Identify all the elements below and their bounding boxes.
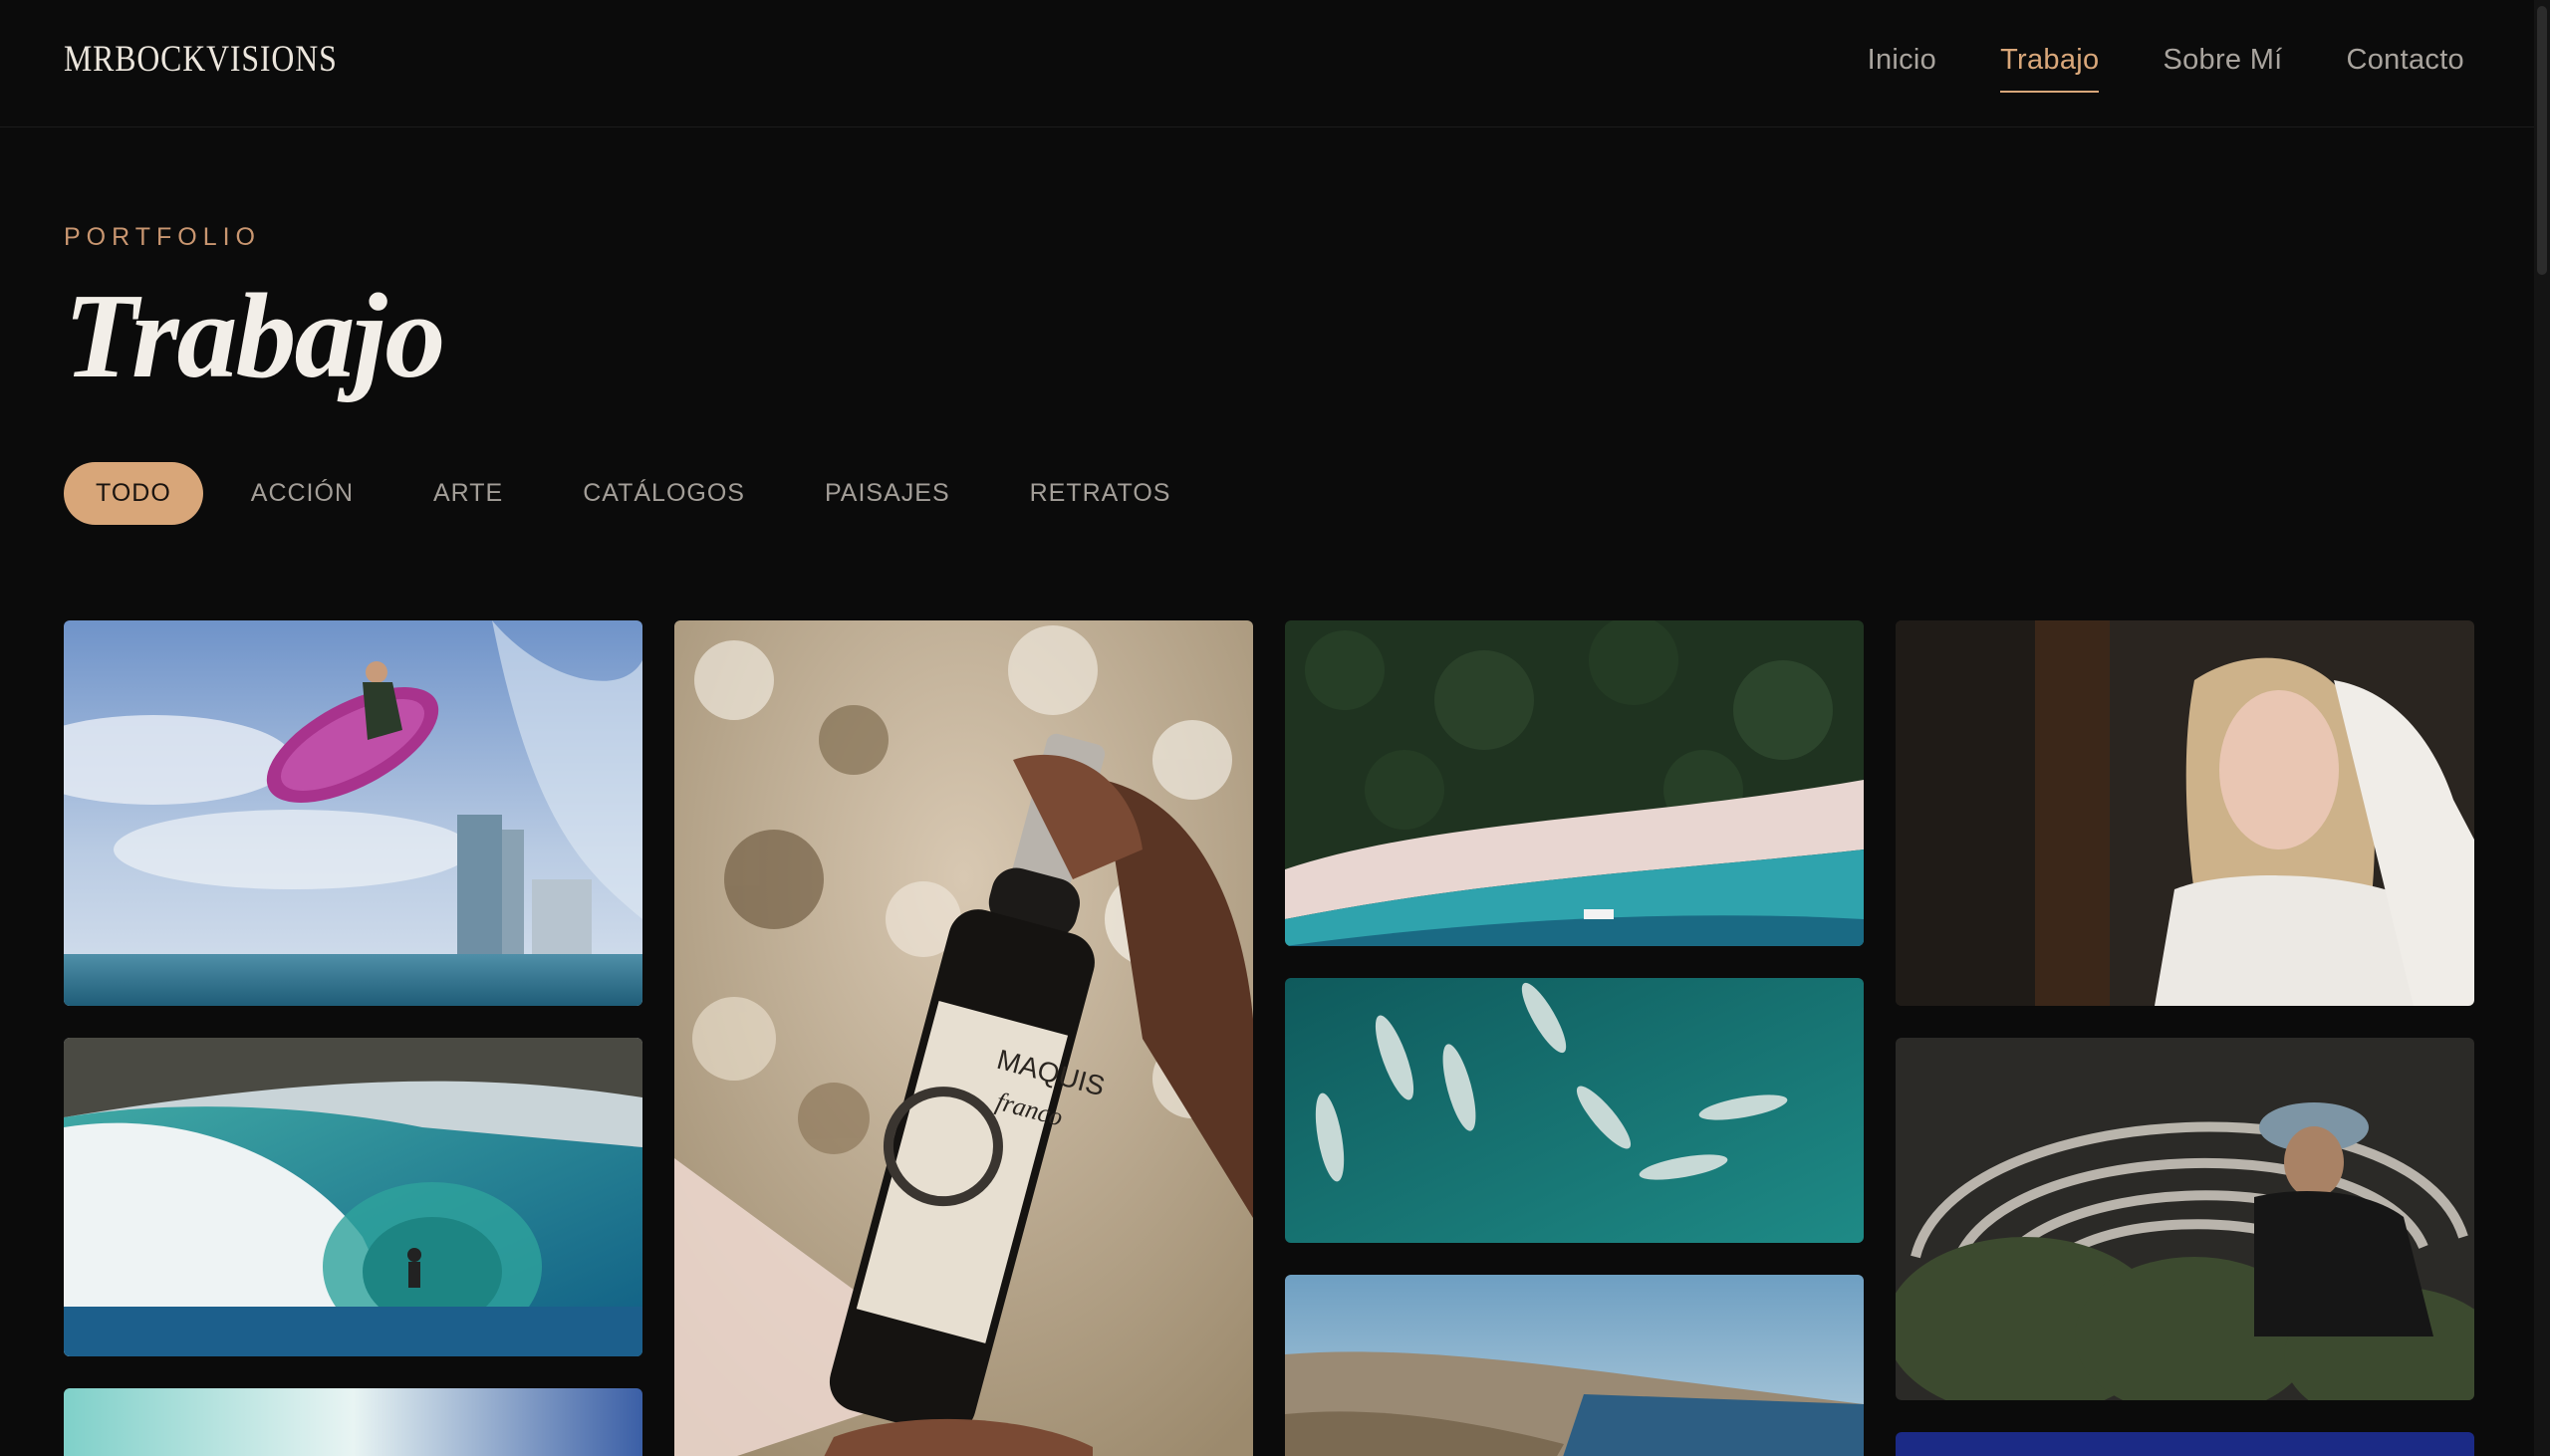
site-header: MRBOCKVISIONS Inicio Trabajo Sobre Mí Co… <box>0 0 2534 127</box>
photo-ocean-wave[interactable] <box>64 1388 642 1456</box>
nav-item-sobre-mi[interactable]: Sobre Mí <box>2163 44 2282 77</box>
section-eyebrow: PORTFOLIO <box>64 223 262 251</box>
filter-accion[interactable]: ACCIÓN <box>219 462 385 525</box>
filter-retratos[interactable]: RETRATOS <box>998 462 1203 525</box>
nav-item-contacto[interactable]: Contacto <box>2347 44 2464 77</box>
photo-surfer-aerial[interactable] <box>64 620 642 1006</box>
filter-paisajes[interactable]: PAISAJES <box>793 462 982 525</box>
nav-item-trabajo[interactable]: Trabajo <box>2000 44 2100 93</box>
photo-woman-portrait[interactable] <box>1896 620 2474 1006</box>
main-nav: Inicio Trabajo Sobre Mí Contacto <box>1868 44 2464 93</box>
category-filters: TODO ACCIÓN ARTE CATÁLOGOS PAISAJES RETR… <box>64 462 1218 525</box>
photo-man-with-plants[interactable] <box>1896 1038 2474 1400</box>
photo-dolphins[interactable] <box>1285 978 1864 1243</box>
scrollbar[interactable] <box>2534 0 2550 1456</box>
photo-aerial-beach[interactable] <box>1285 620 1864 946</box>
page-title: Trabajo <box>64 269 445 403</box>
filter-todo[interactable]: TODO <box>64 462 203 525</box>
filter-catalogos[interactable]: CATÁLOGOS <box>551 462 777 525</box>
photo-surfer-barrel[interactable] <box>64 1038 642 1356</box>
photo-wine-bottle[interactable]: MAQUIS franco <box>674 620 1253 1456</box>
photo-blue-frame[interactable] <box>1896 1432 2474 1456</box>
filter-arte[interactable]: ARTE <box>401 462 535 525</box>
site-logo[interactable]: MRBOCKVISIONS <box>64 38 338 81</box>
photo-gallery: MAQUIS franco <box>64 620 2474 1456</box>
nav-item-inicio[interactable]: Inicio <box>1868 44 1937 77</box>
photo-coastal-landscape[interactable] <box>1285 1275 1864 1456</box>
scrollbar-thumb[interactable] <box>2537 6 2547 275</box>
